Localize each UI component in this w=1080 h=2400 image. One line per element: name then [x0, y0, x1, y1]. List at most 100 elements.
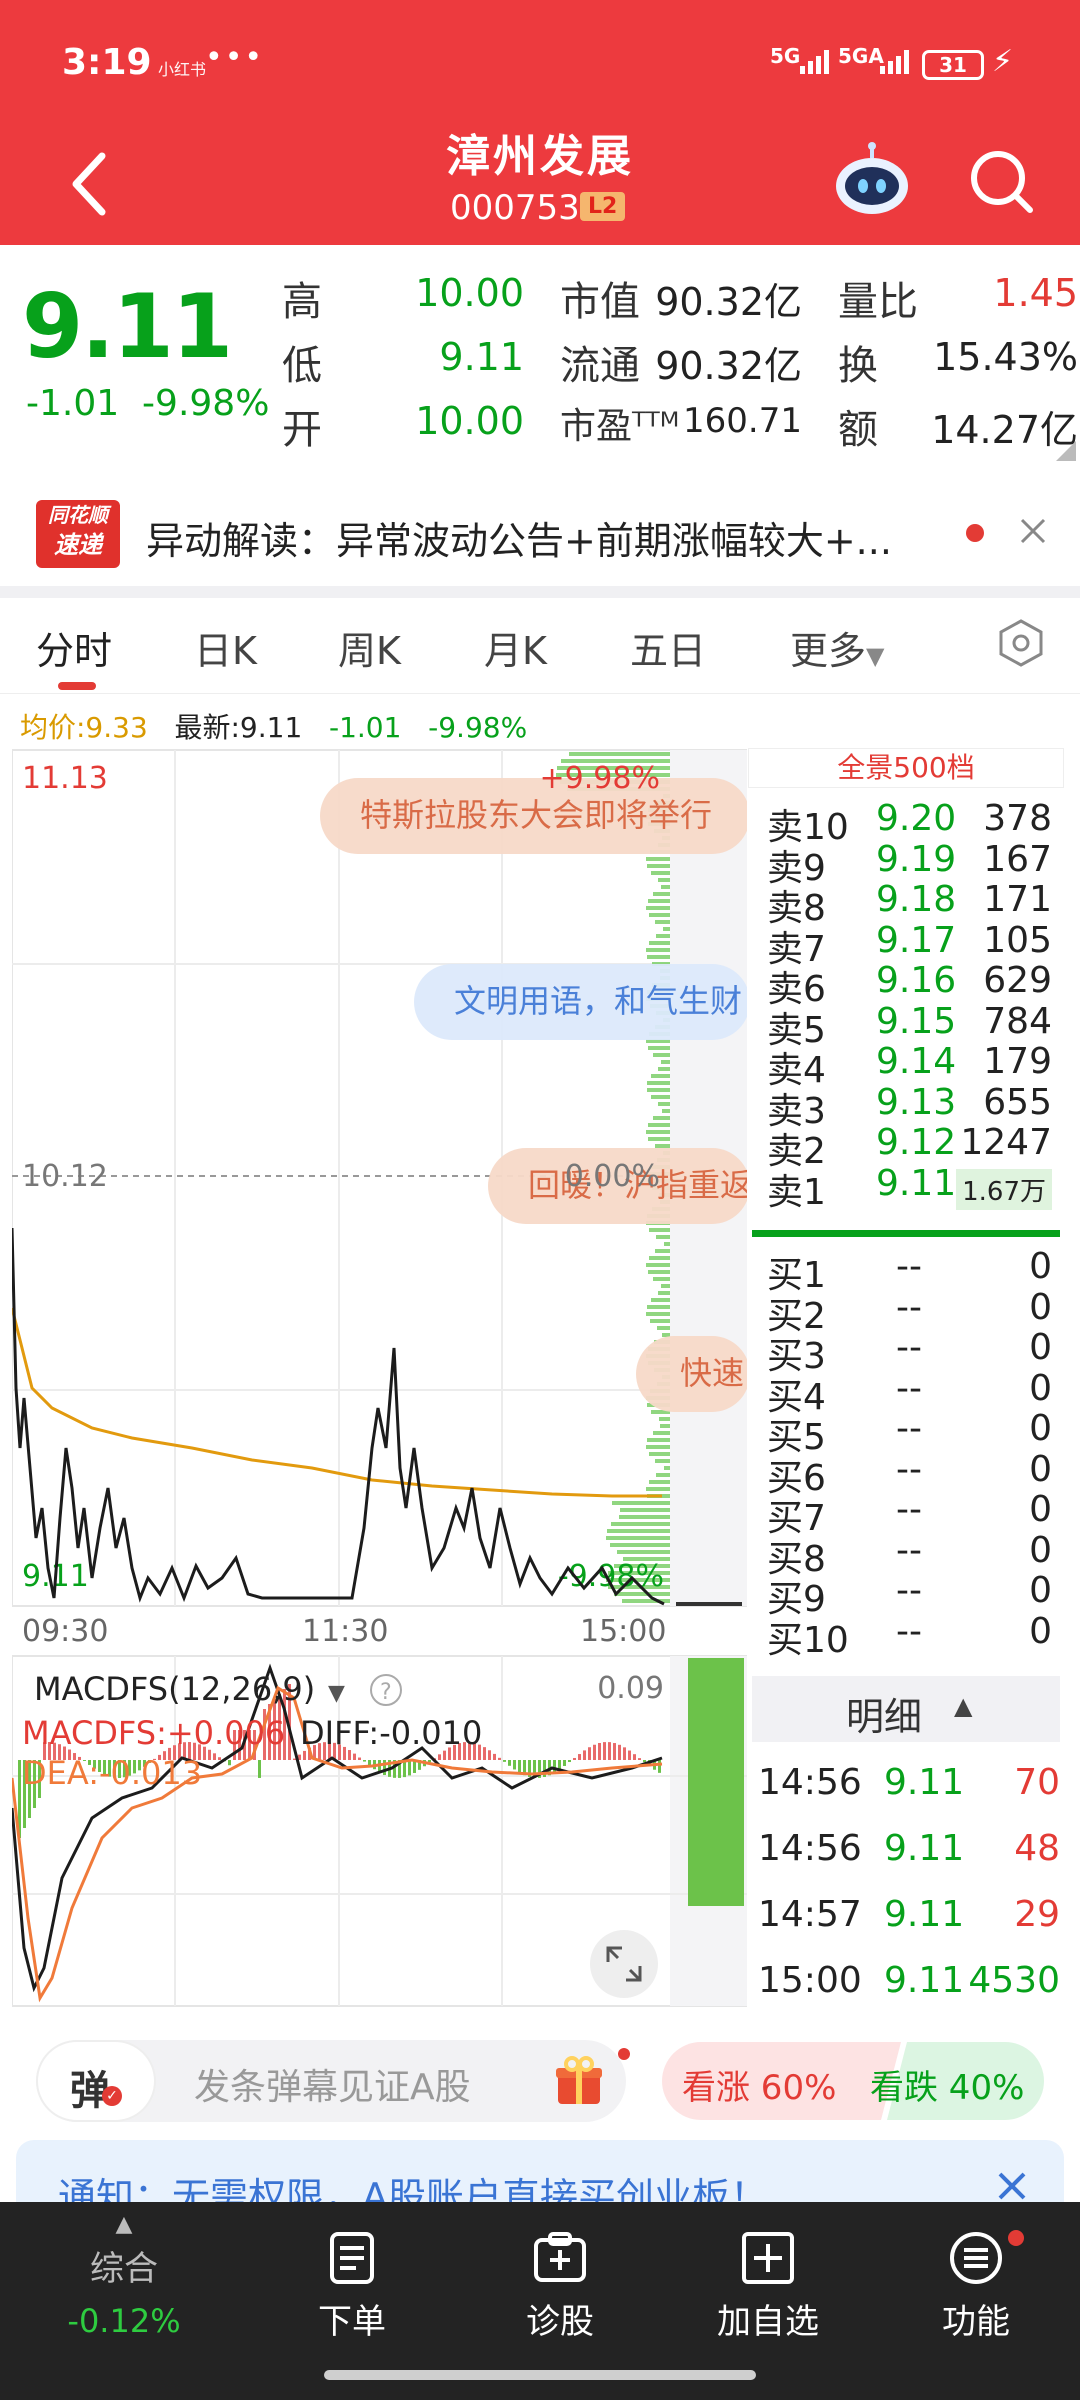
danmu-toggle[interactable]: 弹 ✓: [36, 2040, 156, 2122]
change-value: -1.01: [26, 383, 120, 424]
high-value: 10.00: [415, 271, 524, 315]
news-alert-bar[interactable]: 同花顺 速递 异动解读：异常波动公告+前期涨幅较大+...: [0, 478, 1080, 588]
ask-row[interactable]: 卖2 9.12 1247: [748, 1122, 1064, 1172]
vote-rise-button[interactable]: 看涨 60%: [682, 2060, 836, 2109]
tab-five-day[interactable]: 五日: [630, 620, 706, 675]
detail-title: 明细: [846, 1695, 923, 1739]
danmu-bar: 弹 ✓ 发条弹幕见证A股 看涨 60% 看跌 40%: [0, 2040, 1080, 2130]
ths-express-logo: 同花顺 速递: [36, 500, 120, 568]
tab-daily-k[interactable]: 日K: [194, 620, 257, 675]
ask-row[interactable]: 卖6 9.16 629: [748, 960, 1064, 1010]
bid-volume: 0: [1029, 1570, 1052, 1611]
bid-row[interactable]: 买10 -- 0: [748, 1611, 1064, 1661]
volume-profile-bar: [646, 906, 670, 910]
network-5ga-label: 5GA: [838, 44, 884, 68]
ask-row[interactable]: 卖9 9.19 167: [748, 839, 1064, 889]
ask-row[interactable]: 卖8 9.18 171: [748, 879, 1064, 929]
volume-profile-bar: [646, 1130, 670, 1134]
intraday-chart[interactable]: 特斯拉股东大会即将举行 文明用语，和气生财 回暖！沪指重返 快速 11.13 1…: [12, 748, 747, 2008]
bid-price: --: [896, 1529, 922, 1571]
bid-row[interactable]: 买1 -- 0: [748, 1246, 1064, 1296]
ask-row[interactable]: 卖7 9.17 105: [748, 919, 1064, 970]
volume-profile-bar: [653, 1116, 670, 1120]
trade-row: 14:56 9.11 70: [748, 1762, 1064, 1812]
bid-row[interactable]: 买3 -- 0: [748, 1327, 1064, 1377]
sort-up-icon: ▲: [954, 1692, 973, 1720]
tab-more[interactable]: 更多▼: [790, 620, 884, 675]
status-time: 3:19: [62, 42, 152, 83]
bid-row[interactable]: 买9 -- 0: [748, 1570, 1064, 1620]
bid-row[interactable]: 买7 -- 0: [748, 1489, 1064, 1539]
volume-profile-bar: [649, 1228, 670, 1232]
detail-header[interactable]: 明细 ▲: [752, 1676, 1060, 1742]
volume-profile-bar: [648, 1123, 670, 1127]
ask-row[interactable]: 卖3 9.13 655: [748, 1082, 1064, 1132]
home-indicator[interactable]: [324, 2370, 756, 2380]
nav-diagnose[interactable]: 诊股: [490, 2230, 630, 2343]
average-price-line: [12, 1307, 662, 1498]
nav-order-label: 下单: [318, 2302, 386, 2342]
ask-price: 9.17: [876, 919, 957, 961]
bid-row[interactable]: 买6 -- 0: [748, 1449, 1064, 1499]
notice-close-icon[interactable]: [996, 2170, 1028, 2202]
tab-intraday[interactable]: 分时: [36, 620, 112, 675]
macd-bar: [488, 1750, 491, 1760]
bid-row[interactable]: 买2 -- 0: [748, 1287, 1064, 1337]
alert-text[interactable]: 异动解读：异常波动公告+前期涨幅较大+...: [146, 510, 946, 565]
volume-profile-bar: [648, 899, 670, 903]
settings-hexagon-icon[interactable]: [996, 618, 1046, 668]
ask-price: 9.15: [876, 1000, 957, 1042]
bid-price: --: [896, 1367, 922, 1409]
nav-diagnose-label: 诊股: [526, 2302, 594, 2342]
nav-up-arrow-icon: ▲: [115, 2212, 133, 2237]
danmu-check-icon: ✓: [102, 2086, 122, 2106]
tab-weekly-k[interactable]: 周K: [338, 620, 401, 675]
gift-icon[interactable]: [552, 2054, 606, 2108]
avg-price-legend: 均价:9.33: [20, 711, 148, 744]
time-label-mid: 11:30: [302, 1614, 388, 1649]
close-icon[interactable]: [1018, 516, 1048, 546]
tab-more-label: 更多: [790, 629, 867, 673]
bid-row[interactable]: 买8 -- 0: [748, 1529, 1064, 1580]
l2-badge[interactable]: L2: [580, 192, 626, 221]
bid-row[interactable]: 买5 -- 0: [748, 1408, 1064, 1458]
bubble-4-text: 快速: [680, 1354, 744, 1392]
fullscreen-button[interactable]: [590, 1930, 658, 1998]
macd-bar: [498, 1757, 501, 1760]
ask-row[interactable]: 卖10 9.20 378: [748, 798, 1064, 848]
nav-overview[interactable]: ▲ 综合 -0.12%: [54, 2212, 194, 2340]
ask-row[interactable]: 卖5 9.15 784: [748, 1000, 1064, 1051]
ask-volume: 105: [983, 919, 1052, 961]
nav-functions[interactable]: 功能: [906, 2230, 1046, 2343]
macd-bar: [218, 1757, 221, 1760]
search-icon[interactable]: [966, 142, 1036, 222]
ask-row[interactable]: 卖1 9.11 1.67万: [748, 1163, 1064, 1213]
nav-add-watchlist[interactable]: 加自选: [698, 2230, 838, 2343]
volume-profile-bar: [659, 1417, 670, 1421]
robot-assistant-icon[interactable]: [832, 140, 912, 220]
menu-icon: [950, 2232, 1002, 2284]
macd-bar: [408, 1760, 411, 1776]
nav-order[interactable]: 下单: [282, 2230, 422, 2343]
nav-overview-change: -0.12%: [67, 2302, 181, 2340]
bid-row[interactable]: 买4 -- 0: [748, 1367, 1064, 1418]
order-icon: [330, 2232, 374, 2284]
volume-profile-bar: [656, 1235, 670, 1239]
danmu-placeholder[interactable]: 发条弹幕见证A股: [194, 2058, 471, 2110]
ask-row[interactable]: 卖4 9.14 179: [748, 1041, 1064, 1091]
macd-bar: [483, 1747, 486, 1760]
expand-corner-icon[interactable]: [1056, 441, 1076, 461]
volume-profile-bar: [648, 1270, 670, 1274]
bid-volume: 0: [1029, 1489, 1052, 1530]
volume-profile-bar: [651, 871, 670, 875]
volume-profile-bar: [612, 1501, 670, 1505]
volume-profile-bar: [661, 885, 670, 889]
diff-value: DIFF:-0.010: [300, 1714, 482, 1752]
tab-monthly-k[interactable]: 月K: [484, 620, 547, 675]
macd-dropdown-icon[interactable]: ▼: [328, 1681, 345, 1706]
macd-title[interactable]: MACDFS(12,26,9): [34, 1670, 315, 1708]
order-book-header[interactable]: 全景500档: [748, 748, 1064, 788]
macd-bar: [643, 1760, 646, 1763]
bid-volume: 0: [1029, 1408, 1052, 1449]
vote-fall-button[interactable]: 看跌 40%: [870, 2060, 1024, 2109]
